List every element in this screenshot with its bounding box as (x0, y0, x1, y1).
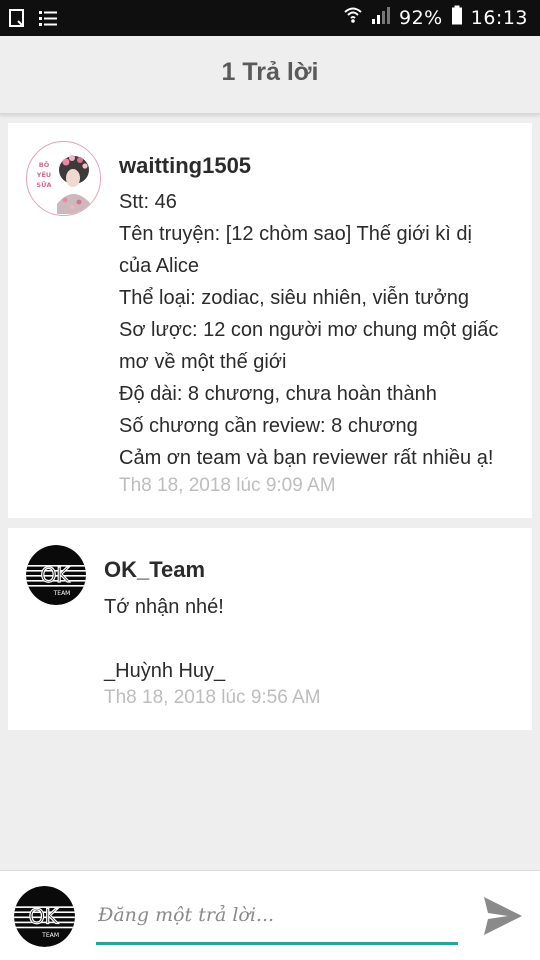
comment-line: Tớ nhận nhé! (104, 596, 224, 618)
svg-text:TEAM: TEAM (41, 932, 59, 939)
comment-line: Stt: 46 (119, 191, 177, 213)
avatar[interactable]: OK TEAM (14, 886, 75, 947)
clock-time: 16:13 (470, 6, 528, 29)
comment-card: BÔ YÊU SỮA waitting1505 Stt: 46 Tên truy… (8, 123, 532, 518)
comment-line (104, 623, 504, 655)
reply-composer: OK TEAM (0, 870, 540, 960)
screenshot-icon (8, 7, 28, 34)
svg-text:SỮA: SỮA (36, 180, 51, 189)
comment-line: của Alice (119, 255, 200, 277)
comment-line: Sơ lược: 12 con người mơ chung một giấc (119, 319, 499, 341)
svg-text:TEAM: TEAM (53, 590, 71, 597)
comment-author[interactable]: waitting1505 (119, 153, 251, 179)
status-right: 92% 16:13 (343, 5, 528, 30)
comment-body: Tớ nhận nhé! _Huỳnh Huy_ (104, 591, 504, 687)
comment-line: Tên truyện: [12 chòm sao] Thế giới kì dị (119, 223, 472, 245)
comment-line: Số chương cần review: 8 chương (119, 415, 418, 437)
comment-author[interactable]: OK_Team (104, 557, 205, 583)
comment-line: Độ dài: 8 chương, chưa hoàn thành (119, 383, 437, 405)
send-button[interactable] (478, 893, 528, 939)
svg-text:YÊU: YÊU (36, 170, 51, 179)
battery-icon (451, 5, 463, 30)
avatar-logo-text: BÔ (39, 160, 50, 169)
status-bar: 92% 16:13 (0, 0, 540, 36)
avatar-logo-text: OK (29, 905, 59, 929)
comment-line: _Huỳnh Huy_ (104, 660, 226, 682)
signal-icon (371, 5, 391, 30)
comment-timestamp: Th8 18, 2018 lúc 9:56 AM (104, 687, 321, 708)
comment-line: mơ về một thế giới (119, 351, 287, 373)
comment-line: Cảm ơn team và bạn reviewer rất nhiều ạ! (119, 447, 494, 469)
avatar[interactable]: BÔ YÊU SỮA (26, 141, 101, 216)
page-title: 1 Trả lời (221, 58, 319, 86)
reply-input[interactable] (96, 893, 458, 945)
top-app-bar: 1 Trả lời (0, 36, 540, 114)
send-icon (478, 897, 528, 943)
comment-body: Stt: 46 Tên truyện: [12 chòm sao] Thế gi… (119, 186, 519, 474)
comment-timestamp: Th8 18, 2018 lúc 9:09 AM (119, 475, 336, 496)
status-left-icons (8, 7, 58, 34)
avatar-logo-text: OK (41, 563, 71, 587)
comment-line: Thể loại: zodiac, siêu nhiên, viễn tưởng (119, 287, 470, 309)
comment-card: OK TEAM OK_Team Tớ nhận nhé! _Huỳnh Huy_… (8, 528, 532, 730)
menu-list-icon (38, 8, 58, 33)
wifi-icon (343, 5, 363, 30)
avatar[interactable]: OK TEAM (26, 545, 86, 605)
battery-percent: 92% (399, 6, 443, 29)
